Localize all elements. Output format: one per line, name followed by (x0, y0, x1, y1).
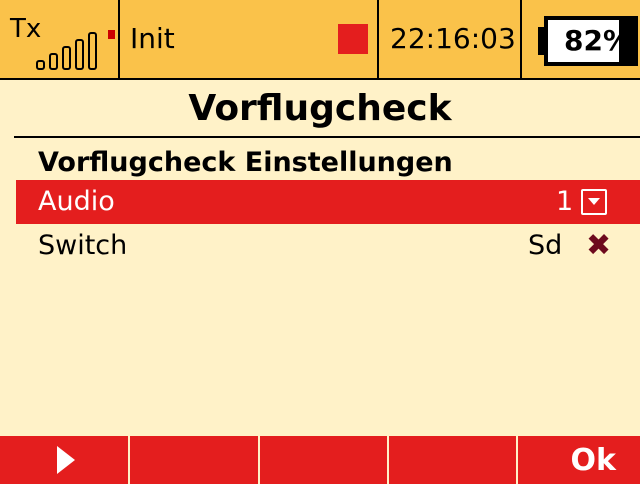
play-icon (57, 446, 75, 474)
battery-percent: 82% (564, 24, 632, 57)
softkey-2-button[interactable] (130, 436, 258, 484)
softkey-4-button[interactable] (389, 436, 516, 484)
clear-x-icon[interactable]: ✖ (586, 231, 611, 261)
recording-indicator-icon (338, 24, 368, 54)
battery-icon: 82% (538, 16, 638, 66)
softkey-bar: Ok (0, 436, 640, 484)
signal-strength-icon (36, 30, 116, 70)
transmitter-signal: Tx (0, 0, 118, 78)
softkey-3-button[interactable] (260, 436, 387, 484)
setting-value: Sd (528, 230, 563, 261)
setting-row-switch[interactable]: Switch Sd ✖ (16, 224, 640, 268)
section-header: Vorflugcheck Einstellungen (38, 147, 453, 178)
ok-label: Ok (570, 443, 616, 478)
softkey-5-ok-button[interactable]: Ok (518, 436, 640, 484)
model-name: Init (130, 22, 175, 55)
clock: 22:16:03 (390, 22, 516, 55)
setting-label: Audio (38, 186, 115, 217)
page-title: Vorflugcheck (188, 88, 452, 129)
softkey-1-play-button[interactable] (0, 436, 128, 484)
status-bar: Tx Init 22:16:03 82% (0, 0, 640, 80)
setting-value: 1 (556, 186, 574, 217)
setting-row-audio[interactable]: Audio 1 (16, 180, 640, 224)
title-divider (14, 136, 640, 138)
setting-label: Switch (38, 230, 128, 261)
dropdown-arrow-icon[interactable] (581, 189, 607, 215)
